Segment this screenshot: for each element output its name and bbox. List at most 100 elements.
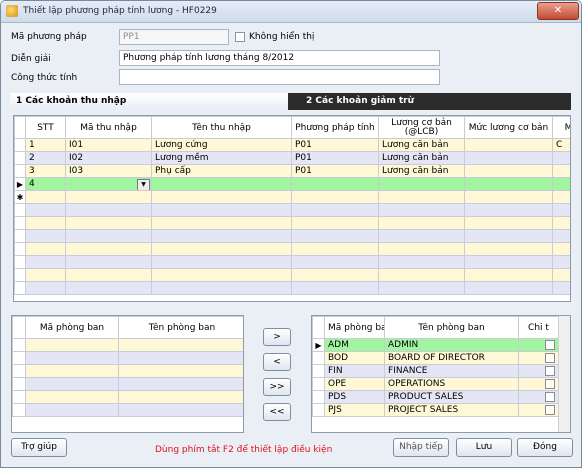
table-row[interactable]: PDS PRODUCT SALES: [312, 390, 559, 404]
move-right-button[interactable]: >: [263, 328, 291, 346]
col-header-income-code[interactable]: Mã thu nhập: [65, 116, 152, 139]
cell-dept-code[interactable]: BOD: [324, 351, 385, 365]
cell-dept-name[interactable]: BOARD OF DIRECTOR: [384, 351, 519, 365]
cell-dept-name[interactable]: PRODUCT SALES: [384, 390, 519, 404]
cell-method[interactable]: P01: [291, 164, 379, 178]
table-row[interactable]: 2 I02 Lương mềm P01 Lương căn bản: [14, 151, 570, 165]
cell-code[interactable]: I01: [65, 138, 152, 152]
new-row-indicator: ✱: [14, 190, 26, 204]
cell-level[interactable]: [464, 138, 553, 152]
col-header-income-name[interactable]: Tên thu nhập: [151, 116, 292, 139]
cell-m[interactable]: C: [552, 138, 570, 152]
description-input[interactable]: Phương pháp tính lương tháng 8/2012: [119, 50, 440, 66]
method-code-input[interactable]: PP1: [119, 29, 229, 45]
help-button[interactable]: Trợ giúp: [11, 438, 67, 457]
tab-deductions[interactable]: 2 Các khoản giảm trừ: [300, 93, 571, 110]
cell-dept-name[interactable]: PROJECT SALES: [384, 403, 519, 417]
table-row-empty: [12, 377, 243, 391]
tab-income[interactable]: 1 Các khoản thu nhập: [10, 93, 288, 110]
cell-code[interactable]: I03: [65, 164, 152, 178]
table-row-current[interactable]: ▶ 4 ▼: [14, 177, 570, 191]
next-entry-button[interactable]: Nhập tiếp: [393, 438, 449, 457]
cell-detail-checkbox[interactable]: [518, 338, 559, 352]
cell-detail-checkbox[interactable]: [518, 403, 559, 417]
cell-level[interactable]: [464, 151, 553, 165]
col-header-dept-code[interactable]: Mã phòng ban: [25, 316, 119, 339]
cell-base[interactable]: Lương căn bản: [378, 138, 465, 152]
col-header-m[interactable]: M: [552, 116, 570, 139]
table-row[interactable]: 3 I03 Phụ cấp P01 Lương căn bản: [14, 164, 570, 178]
table-row[interactable]: 1 I01 Lương cứng P01 Lương căn bản C: [14, 138, 570, 152]
checkbox[interactable]: [545, 378, 555, 389]
cell-stt[interactable]: 1: [25, 138, 66, 152]
cell-dept-name[interactable]: OPERATIONS: [384, 377, 519, 391]
cell-detail-checkbox[interactable]: [518, 364, 559, 378]
cell-detail-checkbox[interactable]: [518, 390, 559, 404]
table-row[interactable]: BOD BOARD OF DIRECTOR: [312, 351, 559, 365]
col-header-method[interactable]: Phương pháp tính: [291, 116, 379, 139]
cell-name[interactable]: Lương mềm: [151, 151, 292, 165]
col-header-base-level[interactable]: Mức lương cơ bản: [464, 116, 553, 139]
chevron-down-icon[interactable]: ▼: [137, 179, 150, 190]
vertical-scrollbar[interactable]: [558, 316, 570, 432]
cell-m[interactable]: [552, 151, 570, 165]
save-button[interactable]: Lưu: [456, 438, 512, 457]
table-row[interactable]: OPE OPERATIONS: [312, 377, 559, 391]
table-row-empty: [14, 203, 570, 217]
cell-dept-code[interactable]: FIN: [324, 364, 385, 378]
col-header-dept-code[interactable]: Mã phòng ban: [324, 316, 385, 339]
cell-base[interactable]: [378, 177, 465, 191]
close-button[interactable]: Đóng: [517, 438, 573, 457]
col-header-dept-name[interactable]: Tên phòng ban: [118, 316, 243, 339]
hide-checkbox[interactable]: [235, 32, 245, 42]
table-row-empty: [14, 255, 570, 269]
cell-method[interactable]: [291, 177, 379, 191]
checkbox[interactable]: [545, 404, 555, 415]
cell-name[interactable]: Phụ cấp: [151, 164, 292, 178]
cell-dept-code[interactable]: PDS: [324, 390, 385, 404]
cell-level[interactable]: [464, 177, 553, 191]
cell-m[interactable]: [552, 177, 570, 191]
available-dept-grid: Mã phòng ban Tên phòng ban: [11, 315, 244, 433]
cell-code[interactable]: I02: [65, 151, 152, 165]
formula-input[interactable]: [119, 69, 440, 85]
col-header-detail[interactable]: Chi t: [518, 316, 559, 339]
table-row[interactable]: PJS PROJECT SALES: [312, 403, 559, 417]
cell-method[interactable]: P01: [291, 151, 379, 165]
move-left-button[interactable]: <: [263, 353, 291, 371]
cell-level[interactable]: [464, 164, 553, 178]
checkbox[interactable]: [545, 339, 555, 350]
col-header-dept-name[interactable]: Tên phòng ban: [384, 316, 519, 339]
table-row[interactable]: FIN FINANCE: [312, 364, 559, 378]
cell-detail-checkbox[interactable]: [518, 351, 559, 365]
table-row-new[interactable]: ✱: [14, 190, 570, 204]
table-row-empty: [12, 338, 243, 352]
cell-name[interactable]: Lương cứng: [151, 138, 292, 152]
col-header-stt[interactable]: STT: [25, 116, 66, 139]
cell-base[interactable]: Lương căn bản: [378, 164, 465, 178]
title-bar[interactable]: Thiết lập phương pháp tính lương - HF022…: [1, 1, 581, 23]
move-all-right-button[interactable]: >>: [263, 378, 291, 396]
cell-base[interactable]: Lương căn bản: [378, 151, 465, 165]
cell-stt[interactable]: 3: [25, 164, 66, 178]
col-header-base-salary[interactable]: Lương cơ bản (@LCB): [378, 116, 465, 139]
cell-detail-checkbox[interactable]: [518, 377, 559, 391]
move-all-left-button[interactable]: <<: [263, 403, 291, 421]
cell-method[interactable]: P01: [291, 138, 379, 152]
checkbox[interactable]: [545, 391, 555, 402]
table-row-empty: [14, 281, 570, 295]
window-close-button[interactable]: ✕: [537, 2, 579, 20]
cell-dept-code[interactable]: OPE: [324, 377, 385, 391]
table-row-current[interactable]: ▶ ADM ADMIN: [312, 338, 559, 352]
checkbox[interactable]: [545, 352, 555, 363]
cell-stt[interactable]: 4: [25, 177, 66, 191]
cell-code-dropdown[interactable]: ▼: [65, 177, 152, 191]
cell-m[interactable]: [552, 164, 570, 178]
cell-dept-name[interactable]: ADMIN: [384, 338, 519, 352]
cell-name[interactable]: [151, 177, 292, 191]
cell-dept-name[interactable]: FINANCE: [384, 364, 519, 378]
cell-dept-code[interactable]: ADM: [324, 338, 385, 352]
checkbox[interactable]: [545, 365, 555, 376]
cell-dept-code[interactable]: PJS: [324, 403, 385, 417]
cell-stt[interactable]: 2: [25, 151, 66, 165]
